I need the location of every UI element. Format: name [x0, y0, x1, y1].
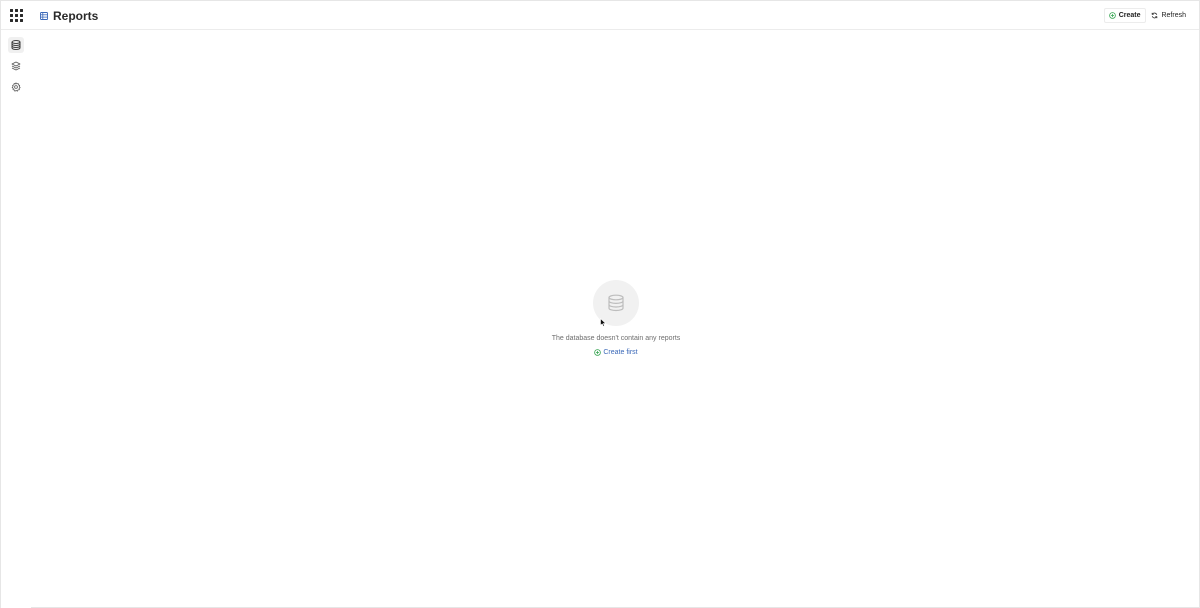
empty-state-message: The database doesn't contain any reports: [551, 335, 681, 342]
sidebar-item-settings[interactable]: [8, 79, 24, 95]
sidebar: [1, 30, 31, 608]
refresh-button-label: Refresh: [1161, 12, 1186, 19]
gear-icon: [11, 82, 21, 92]
page-header: Reports: [40, 8, 98, 23]
top-bar: Reports Create Refresh: [1, 1, 1199, 30]
plus-circle-icon: [594, 349, 602, 356]
database-icon: [607, 294, 625, 312]
table-icon: [40, 11, 48, 20]
sidebar-item-layers[interactable]: [8, 58, 24, 74]
create-first-link[interactable]: Create first: [594, 348, 638, 357]
grid-icon: [10, 9, 13, 12]
database-icon: [11, 40, 21, 50]
plus-circle-icon: [1108, 12, 1116, 19]
refresh-icon: [1151, 12, 1158, 19]
header-actions: Create Refresh: [1103, 8, 1191, 23]
sidebar-item-database[interactable]: [8, 37, 24, 53]
layers-icon: [11, 61, 21, 71]
page-title: Reports: [53, 8, 99, 23]
create-button-label: Create: [1118, 12, 1141, 19]
refresh-button[interactable]: Refresh: [1146, 8, 1191, 23]
empty-state-illustration: [593, 280, 639, 326]
empty-state: The database doesn't contain any reports…: [516, 280, 716, 361]
apps-menu-button[interactable]: [9, 8, 23, 22]
create-button[interactable]: Create: [1103, 8, 1147, 23]
app-window: Reports Create Refresh The database does…: [0, 0, 1200, 608]
create-first-label: Create first: [603, 349, 638, 356]
